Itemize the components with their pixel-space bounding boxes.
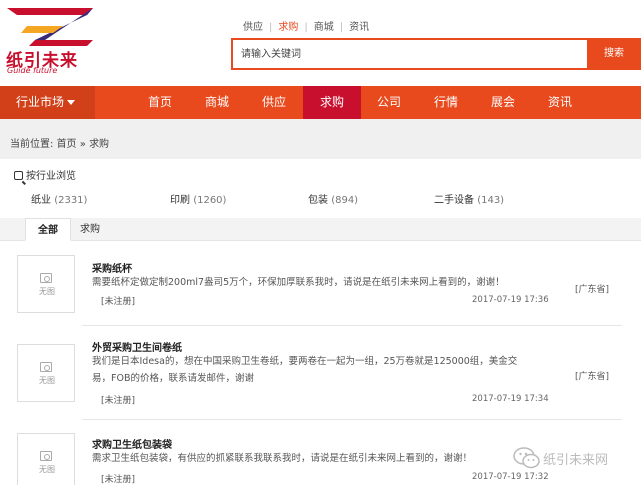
listing-description: 我们是日本Idesa的，想在中国采购卫生卷纸，要两卷在一起为一组，25万卷就是1… [92, 353, 542, 387]
topnav-item-supply[interactable]: 供应 [237, 18, 269, 33]
category-label: 纸业 [31, 195, 51, 206]
breadcrumb-prefix: 当前位置: [10, 139, 54, 150]
topnav-item-mall[interactable]: 商城 [308, 18, 340, 33]
browse-title-text: 按行业浏览 [26, 171, 76, 182]
category-label: 包装 [308, 195, 328, 206]
nav-item-supply[interactable]: 供应 [246, 86, 302, 119]
nav-item-home[interactable]: 首页 [132, 86, 188, 119]
listing-region: [广东省] [575, 372, 610, 382]
search-icon [14, 171, 23, 180]
topnav-item-purchase[interactable]: 求购 [272, 18, 304, 33]
watermark: 纸引未来网 [513, 443, 637, 473]
listing-status: [未注册] [101, 297, 136, 307]
listing-description: 需求卫生纸包装袋，有供应的抓紧联系我联系我时，请说是在纸引未来网上看到的，谢谢！ [92, 450, 542, 467]
breadcrumb: 当前位置: 首页 » 求购 [10, 135, 109, 150]
listing-description: 需要纸杯定做定制200ml7盎司5万个，环保加厚联系我时，请说是在纸引未来网上看… [92, 274, 542, 291]
search-bar: 搜索 [231, 38, 641, 70]
listing-divider [82, 419, 622, 420]
category-link-printing[interactable]: 印刷 (1260) [170, 191, 226, 206]
listing-description-line: 我们是日本Idesa的，想在中国采购卫生卷纸，要两卷在一起为一组，25万卷就是1… [92, 356, 518, 367]
thumbnail-label: 无图 [39, 287, 55, 296]
nav-item-market[interactable]: 行情 [418, 86, 474, 119]
main-nav: 行业市场 首页 商城 供应 求购 公司 行情 展会 资讯 [0, 86, 641, 119]
listing-date: 2017-07-19 17:34 [472, 394, 549, 404]
site-logo[interactable]: 纸引未来 Guide future [3, 6, 99, 78]
image-placeholder-icon [40, 273, 52, 283]
listing-status: [未注册] [101, 396, 136, 406]
category-link-paper[interactable]: 纸业 (2331) [31, 191, 87, 206]
category-link-used-equipment[interactable]: 二手设备 (143) [434, 191, 504, 206]
breadcrumb-home-link[interactable]: 首页 [57, 139, 77, 150]
listing-date: 2017-07-19 17:32 [472, 472, 549, 482]
category-label: 印刷 [170, 195, 190, 206]
logo-subtitle: Guide future [7, 66, 58, 75]
thumbnail-label: 无图 [39, 376, 55, 385]
listing-status: [未注册] [101, 475, 136, 485]
listing-title[interactable]: 外贸采购卫生间卷纸 [92, 339, 182, 354]
listing-date: 2017-07-19 17:36 [472, 295, 549, 305]
topnav-item-news[interactable]: 资讯 [343, 18, 375, 33]
listing-thumbnail[interactable]: 无图 [17, 433, 75, 485]
tab-all[interactable]: 全部 [25, 218, 71, 241]
nav-item-mall[interactable]: 商城 [189, 86, 245, 119]
nav-item-expo[interactable]: 展会 [475, 86, 531, 119]
listing-title[interactable]: 采购纸杯 [92, 260, 132, 275]
watermark-text: 纸引未来网 [543, 453, 609, 468]
category-count: (2331) [54, 195, 88, 206]
listing-title[interactable]: 求购卫生纸包装袋 [92, 436, 172, 451]
browse-by-industry-title: 按行业浏览 [14, 167, 76, 182]
breadcrumb-separator: » [79, 139, 86, 150]
industry-market-label: 行业市场 [16, 95, 65, 109]
caret-down-icon [67, 100, 76, 105]
page: 纸引未来 Guide future 供应|求购|商城|资讯 搜索 行业市场 首页… [0, 0, 641, 485]
nav-item-company[interactable]: 公司 [361, 86, 417, 119]
category-link-packaging[interactable]: 包装 (894) [308, 191, 358, 206]
category-count: (143) [477, 195, 505, 206]
search-button[interactable]: 搜索 [587, 38, 641, 70]
image-placeholder-icon [40, 362, 52, 372]
category-count: (1260) [193, 195, 227, 206]
image-placeholder-icon [40, 451, 52, 461]
listing-thumbnail[interactable]: 无图 [17, 255, 75, 313]
listing-description-line: 需求卫生纸包装袋，有供应的抓紧联系我联系我时，请说是在纸引未来网上看到的，谢谢！ [92, 453, 473, 464]
nav-item-purchase[interactable]: 求购 [303, 86, 361, 119]
category-count: (894) [331, 195, 359, 206]
search-input[interactable] [231, 38, 587, 70]
logo-mark-icon [7, 8, 93, 46]
industry-market-menu[interactable]: 行业市场 [0, 86, 95, 119]
listing-region: [广东省] [575, 285, 610, 295]
nav-item-news[interactable]: 资讯 [532, 86, 588, 119]
header: 纸引未来 Guide future 供应|求购|商城|资讯 搜索 [0, 0, 641, 86]
listing-divider [82, 325, 622, 326]
listing-thumbnail[interactable]: 无图 [17, 344, 75, 402]
top-nav: 供应 | 求购 | 商城 | 资讯 [237, 18, 375, 33]
category-label: 二手设备 [434, 195, 474, 206]
tab-purchase[interactable]: 求购 [71, 218, 109, 241]
listing-description-line: 易，FOB的价格，联系请发邮件，谢谢 [92, 373, 254, 384]
wechat-icon [513, 447, 540, 469]
breadcrumb-current: 求购 [89, 139, 110, 150]
listing-description-line: 需要纸杯定做定制200ml7盎司5万个，环保加厚联系我时，请说是在纸引未来网上看… [92, 277, 505, 288]
thumbnail-label: 无图 [39, 465, 55, 474]
